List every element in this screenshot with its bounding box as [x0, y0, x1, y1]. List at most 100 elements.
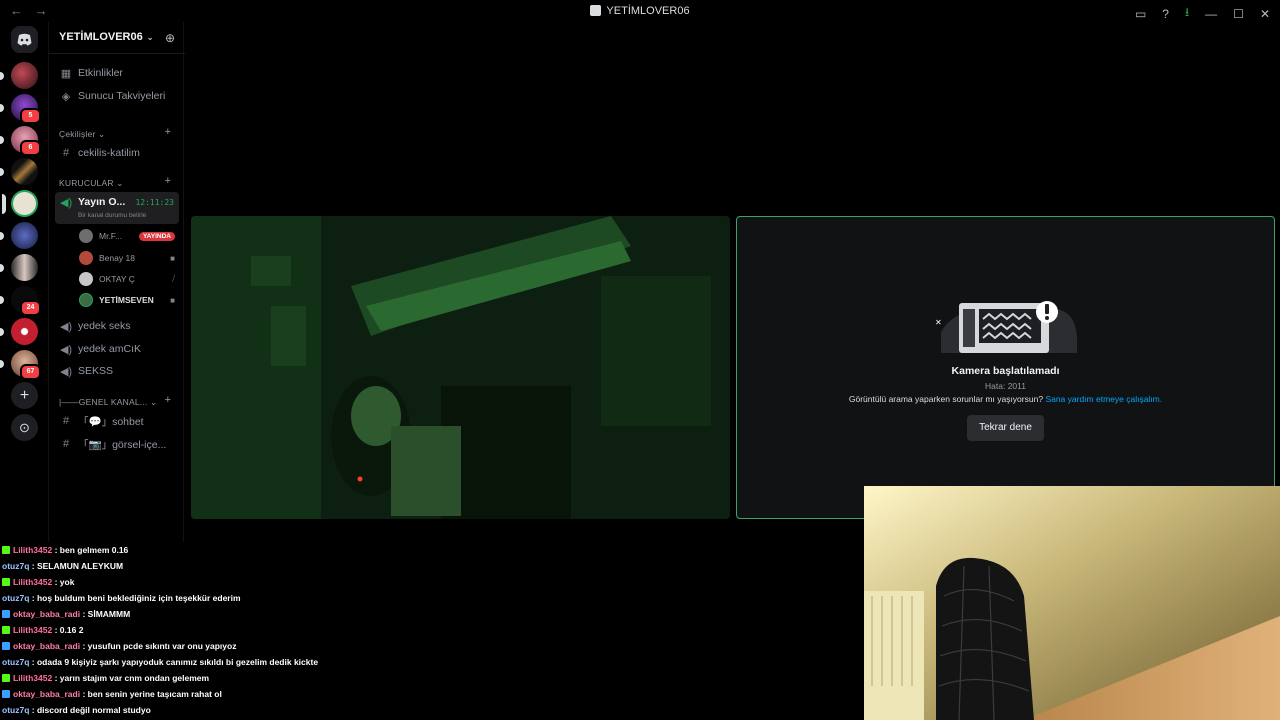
text-channel[interactable]: # 「💬」sohbet — [59, 412, 144, 430]
platform-icon — [2, 690, 10, 698]
channel-label: SEKSS — [78, 365, 114, 377]
chat-text: : SELAMUN ALEYKUM — [31, 561, 124, 571]
muted-icon: ⧸ — [172, 274, 175, 283]
hashtag-icon: # — [62, 438, 70, 450]
maximize-button[interactable]: ☐ — [1233, 7, 1244, 21]
unread-pill — [0, 72, 4, 80]
chat-text: : yok — [54, 577, 75, 587]
minimize-button[interactable]: — — [1205, 7, 1217, 21]
retry-button[interactable]: Tekrar dene — [967, 415, 1044, 441]
server-icon-9[interactable] — [0, 318, 38, 345]
error-help: Görüntülü arama yaparken sorunlar mı yaş… — [737, 394, 1274, 404]
discord-home-icon[interactable] — [11, 26, 38, 53]
discord-logo-icon — [17, 33, 32, 46]
chat-username: oktay_baba_radi — [13, 609, 81, 619]
chat-message: otuz7q : SELAMUN ALEYKUM — [2, 561, 123, 571]
hashtag-icon: # — [62, 415, 70, 427]
voice-channel[interactable]: ◀) yedek seks — [59, 317, 131, 335]
chat-message: oktay_baba_radi : SİMAMMM — [2, 609, 130, 619]
events-link[interactable]: ▦ Etkinlikler — [59, 64, 123, 82]
chat-text: : yarın stajım var cnm ondan gelemem — [54, 673, 210, 683]
category-genel[interactable]: |——GENEL KANAL... ⌄ — [59, 397, 157, 408]
category-kurucular[interactable]: KURUCULAR ⌄ — [59, 178, 124, 189]
chat-text: : ben gelmem 0.16 — [54, 545, 129, 555]
server-icon-1[interactable] — [0, 62, 38, 89]
channel-label: yedek amCıK — [78, 343, 142, 355]
chat-text: : 0.16 2 — [54, 625, 84, 635]
chat-username: otuz7q — [2, 657, 30, 667]
add-channel-icon[interactable]: + — [165, 126, 171, 138]
help-link[interactable]: Sana yardım etmeye çalışalım. — [1045, 394, 1162, 404]
server-icon-4[interactable] — [0, 158, 38, 185]
chat-message: Lilith3452 : ben gelmem 0.16 — [2, 545, 128, 555]
chat-username: oktay_baba_radi — [13, 641, 81, 651]
inbox-icon[interactable]: ▭ — [1135, 7, 1146, 21]
category-cekilisler[interactable]: Çekilişler ⌄ — [59, 129, 105, 140]
window-title: YETİMLOVER06 — [0, 5, 1280, 17]
server-icon-6[interactable] — [0, 222, 38, 249]
webcam-frame — [864, 486, 1280, 720]
chat-message: otuz7q : discord değil normal studyo — [2, 705, 151, 715]
platform-icon — [2, 546, 10, 554]
discover-button[interactable]: ⊙ — [11, 414, 38, 441]
chevron-down-icon: ⌄ — [146, 33, 154, 42]
voice-user[interactable]: Benay 18 ■ — [79, 250, 175, 266]
chat-text: : ben senin yerine taşıcam rahat ol — [82, 689, 222, 699]
server-icon — [590, 5, 602, 16]
user-name: Benay 18 — [99, 253, 135, 263]
voice-user[interactable]: YETİMSEVEN ■ — [79, 292, 175, 308]
speaker-icon: ◀) — [59, 320, 73, 333]
chat-text: : discord değil normal studyo — [31, 705, 151, 715]
add-channel-icon[interactable]: + — [165, 394, 171, 406]
chat-message: otuz7q : hoş buldum beni beklediğiniz iç… — [2, 593, 241, 603]
camera-error-tile: ✕ Kamera başlatılamadı Hata: 2011 Görünt… — [736, 216, 1275, 519]
error-help-text: Görüntülü arama yaparken sorunlar mı yaş… — [848, 394, 1044, 404]
stream-video-tile[interactable] — [191, 216, 730, 519]
speaker-icon: ◀) — [60, 197, 73, 209]
chat-username: Lilith3452 — [13, 625, 53, 635]
close-button[interactable]: ✕ — [1260, 7, 1270, 21]
title-bar: ← → YETİMLOVER06 ▭ ? ⭳ — ☐ ✕ — [0, 0, 1280, 22]
voice-user[interactable]: OKTAY Ç ⧸ — [79, 271, 175, 287]
server-name: YETİMLOVER06 — [59, 31, 143, 43]
live-badge: YAYINDA — [138, 231, 175, 241]
unread-pill — [0, 136, 4, 144]
channel-label: yedek seks — [78, 320, 131, 332]
server-icon-2[interactable]: 5 — [0, 94, 41, 124]
channel-cekilis-katilim[interactable]: # cekilis-katilim — [59, 144, 140, 162]
text-channel[interactable]: # 「📷」görsel-içe... — [59, 435, 166, 453]
chat-username: otuz7q — [2, 705, 30, 715]
server-icon-5[interactable] — [2, 190, 38, 217]
stream-video-frame — [191, 216, 730, 519]
platform-icon — [2, 578, 10, 586]
add-server-button[interactable]: + — [11, 382, 38, 409]
server-icon-7[interactable] — [0, 254, 38, 281]
channel-status[interactable]: Bir kanal durumu belirle — [78, 212, 146, 219]
invite-people-icon[interactable]: ⊕ — [165, 31, 175, 45]
chat-message: Lilith3452 : 0.16 2 — [2, 625, 83, 635]
server-icon-3[interactable]: 6 — [0, 126, 41, 156]
boosts-label: Sunucu Takviyeleri — [78, 90, 166, 102]
voice-user[interactable]: Mr.F... YAYINDA — [79, 228, 175, 244]
chat-text: : SİMAMMM — [82, 609, 131, 619]
voice-channel[interactable]: ◀) SEKSS — [59, 362, 113, 380]
user-name: OKTAY Ç — [99, 274, 135, 284]
voice-channel[interactable]: ◀) yedek amCıK — [59, 340, 141, 358]
avatar — [79, 229, 93, 243]
chat-username: Lilith3452 — [13, 545, 53, 555]
add-channel-icon[interactable]: + — [165, 175, 171, 187]
server-icon-10[interactable]: 67 — [0, 350, 41, 380]
boosts-link[interactable]: ◈ Sunucu Takviyeleri — [59, 87, 166, 105]
error-code: Hata: 2011 — [985, 381, 1026, 391]
calendar-icon: ▦ — [60, 67, 72, 80]
server-icon-8[interactable]: 24 — [0, 286, 41, 316]
download-icon[interactable]: ⭳ — [1185, 3, 1189, 24]
active-voice-channel[interactable]: ◀) Yayın O... 12:11:23 Bir kanal durumu … — [55, 192, 179, 224]
unread-pill — [0, 264, 4, 272]
chat-username: otuz7q — [2, 561, 30, 571]
chat-message: Lilith3452 : yarın stajım var cnm ondan … — [2, 673, 209, 683]
channel-label: 「📷」görsel-içe... — [78, 438, 167, 451]
server-header[interactable]: YETİMLOVER06 ⌄ — [59, 31, 153, 43]
window-title-text: YETİMLOVER06 — [606, 5, 690, 17]
help-icon[interactable]: ? — [1162, 7, 1169, 21]
